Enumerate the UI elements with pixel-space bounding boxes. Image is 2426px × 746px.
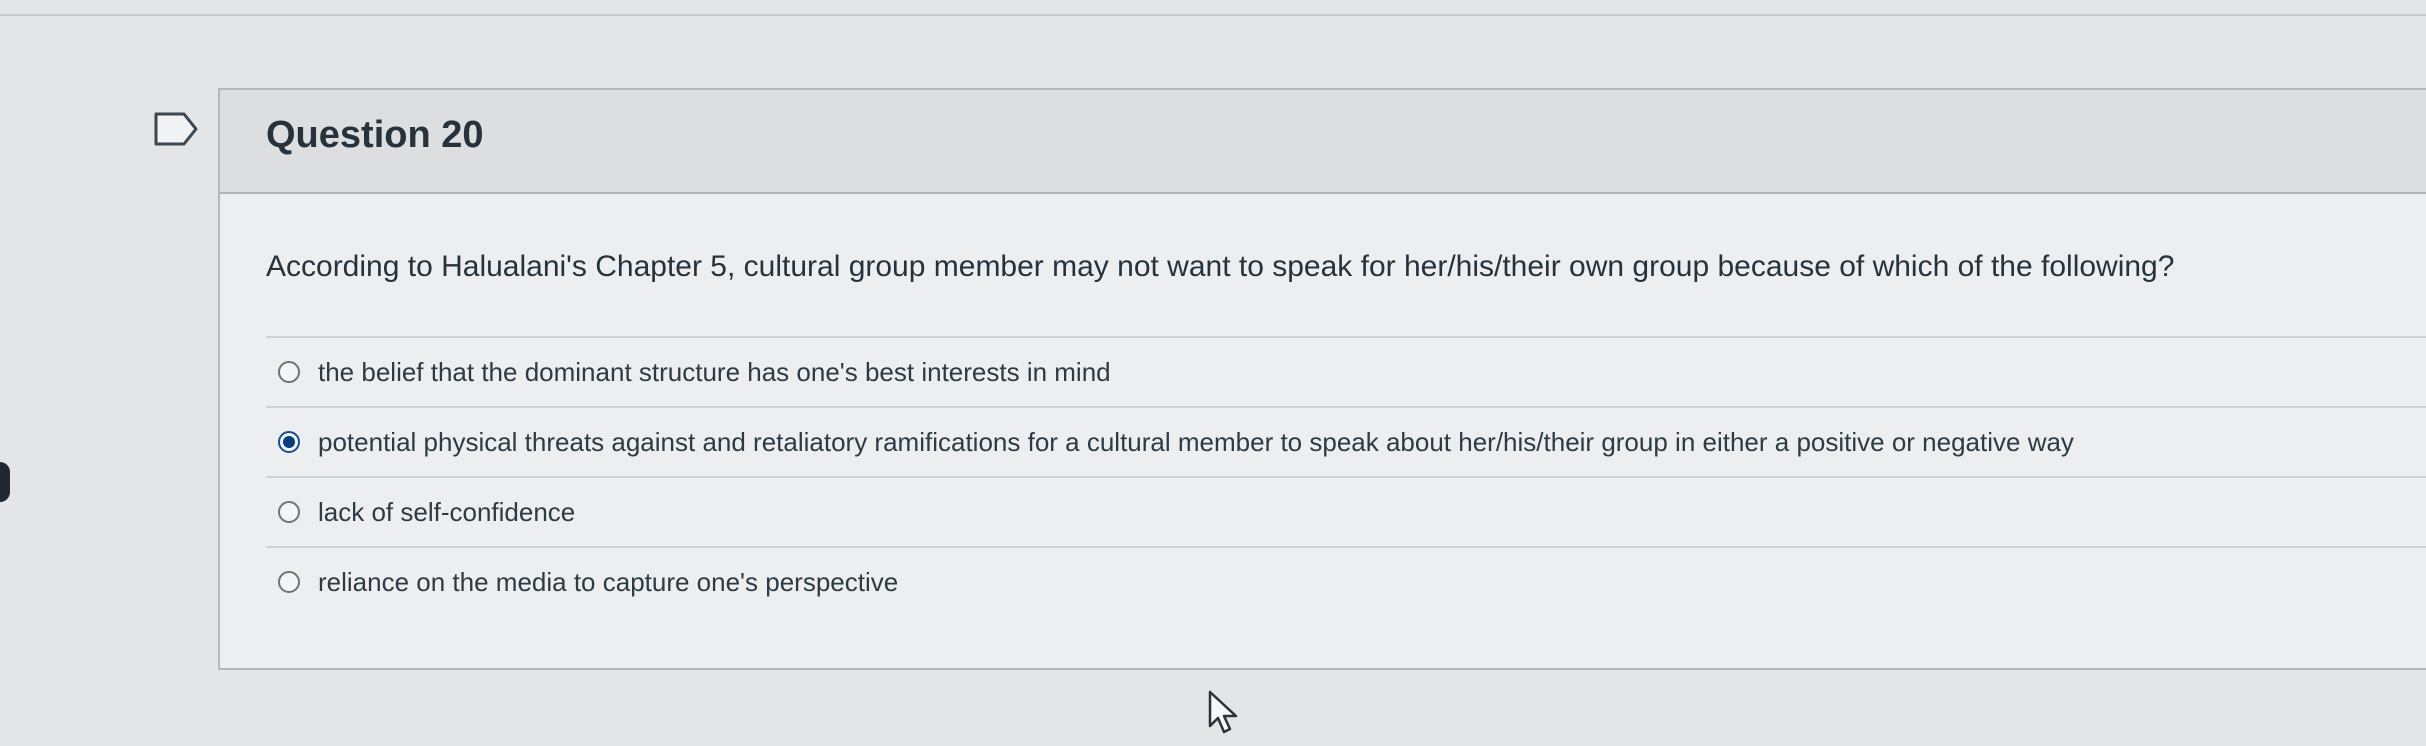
radio-button[interactable]	[278, 571, 300, 593]
flag-icon[interactable]	[154, 112, 198, 146]
question-text: According to Halualani's Chapter 5, cult…	[266, 250, 2175, 283]
top-divider	[0, 14, 2426, 16]
question-card: Question 20 According to Halualani's Cha…	[218, 88, 2426, 670]
question-title: Question 20	[266, 114, 484, 156]
answer-option[interactable]: potential physical threats against and r…	[266, 406, 2426, 476]
radio-button[interactable]	[278, 361, 300, 383]
answer-option[interactable]: the belief that the dominant structure h…	[266, 336, 2426, 406]
answer-label: reliance on the media to capture one's p…	[318, 566, 899, 597]
answer-label: the belief that the dominant structure h…	[318, 356, 1111, 387]
question-header: Question 20	[220, 90, 2426, 194]
side-handle	[0, 462, 10, 502]
mouse-pointer-icon	[1206, 690, 1246, 738]
answer-option[interactable]: reliance on the media to capture one's p…	[266, 546, 2426, 616]
answer-label: potential physical threats against and r…	[318, 426, 2074, 457]
answer-list: the belief that the dominant structure h…	[266, 336, 2426, 616]
radio-button[interactable]	[278, 501, 300, 523]
answer-option[interactable]: lack of self-confidence	[266, 476, 2426, 546]
radio-button-selected[interactable]	[278, 431, 300, 453]
answer-label: lack of self-confidence	[318, 496, 576, 527]
